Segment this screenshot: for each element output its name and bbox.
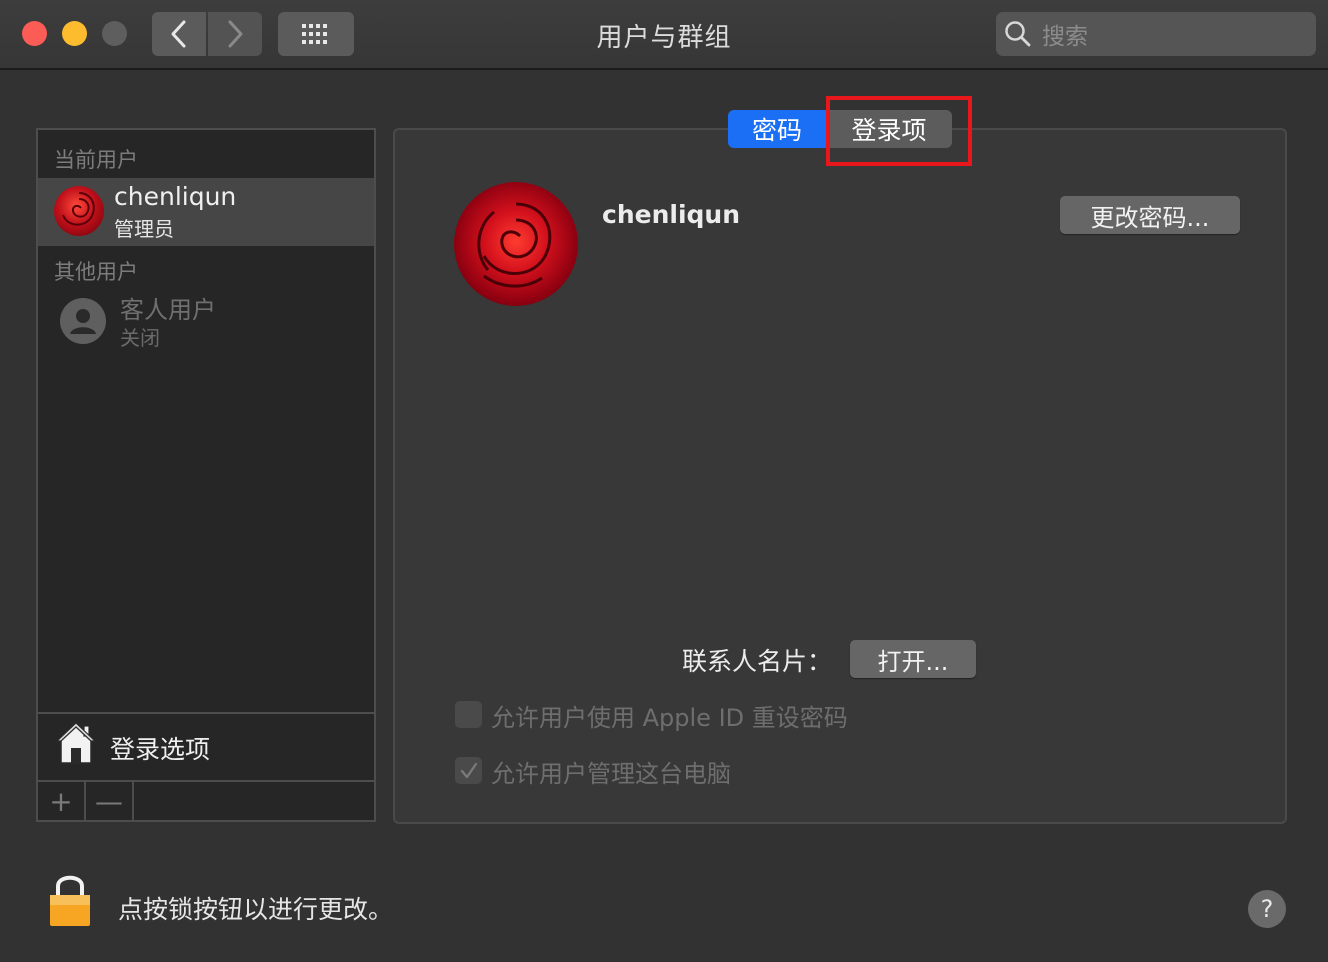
- lock-icon: [50, 875, 90, 926]
- house-icon: [55, 722, 97, 764]
- guest-user-status: 关闭: [120, 326, 160, 350]
- current-user-role: 管理员: [114, 217, 174, 241]
- other-users-section-label: 其他用户: [54, 260, 138, 284]
- user-avatar: [54, 186, 104, 236]
- remove-user-button[interactable]: —: [86, 782, 134, 820]
- user-name: chenliqun: [602, 200, 741, 229]
- current-user-item[interactable]: chenliqun 管理员: [38, 178, 374, 246]
- change-password-button[interactable]: 更改密码...: [1060, 196, 1240, 234]
- user-avatar-large[interactable]: [454, 182, 578, 306]
- title-bar: 用户与群组 搜索: [0, 0, 1328, 70]
- admin-checkbox[interactable]: [455, 757, 482, 784]
- login-options-item[interactable]: 登录选项: [38, 712, 374, 782]
- apple-id-reset-label: 允许用户使用 Apple ID 重设密码: [491, 704, 848, 732]
- search-icon: [1005, 21, 1031, 47]
- person-icon: [60, 298, 106, 344]
- guest-user-name: 客人用户: [120, 296, 216, 324]
- user-list-sidebar: 当前用户 chenliqun 管理员 其他用户 客人用户 关闭 登录选项 + —: [36, 128, 376, 822]
- tab-password[interactable]: 密码: [728, 110, 826, 148]
- lock-button[interactable]: [48, 870, 92, 932]
- add-user-button[interactable]: +: [38, 782, 86, 820]
- contact-card-label: 联系人名片：: [682, 647, 833, 676]
- current-user-name: chenliqun: [114, 182, 237, 211]
- checkmark-icon: [460, 762, 477, 778]
- search-placeholder: 搜索: [1042, 24, 1088, 50]
- login-options-label: 登录选项: [110, 735, 211, 764]
- current-users-section-label: 当前用户: [54, 148, 138, 172]
- open-contact-card-button[interactable]: 打开...: [850, 640, 976, 678]
- help-button[interactable]: ?: [1248, 890, 1286, 928]
- highlight-box: [826, 96, 972, 166]
- lock-hint-text: 点按锁按钮以进行更改。: [118, 895, 394, 924]
- admin-label: 允许用户管理这台电脑: [491, 760, 731, 788]
- apple-id-reset-checkbox[interactable]: [455, 701, 482, 728]
- search-field[interactable]: 搜索: [996, 12, 1316, 56]
